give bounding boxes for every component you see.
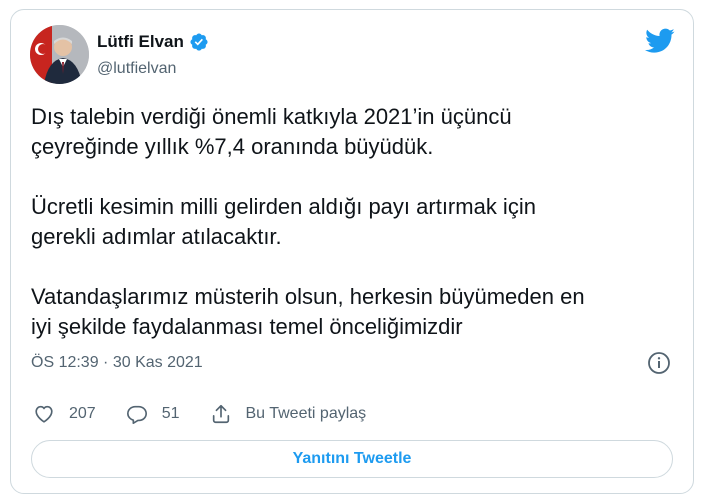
verified-badge-icon	[190, 33, 208, 51]
share-label: Bu Tweeti paylaş	[245, 405, 367, 422]
reply-icon	[126, 405, 147, 424]
tweet-card: Lütfi Elvan @lutfielvan Dış talebin verd…	[10, 9, 694, 494]
reply-count-button[interactable]: 51	[126, 403, 180, 425]
tweet-paragraph-3: Vatandaşlarımız müsterih olsun, herkesin…	[31, 284, 585, 339]
like-count: 207	[69, 405, 96, 422]
reply-count: 51	[161, 405, 180, 422]
tweet-reply-button[interactable]: Yanıtını Tweetle	[31, 440, 673, 478]
tweet-timestamp[interactable]: ÖS 12:39 · 30 Kas 2021	[31, 354, 203, 372]
info-icon[interactable]	[647, 351, 671, 375]
like-button[interactable]: 207	[33, 403, 96, 425]
tweet-paragraph-1: Dış talebin verdiği önemli katkıyla 2021…	[31, 104, 512, 159]
tweet-reply-label: Yanıtını Tweetle	[292, 450, 412, 467]
avatar[interactable]	[30, 25, 89, 84]
tweet-actions: 207 51 Bu Tweeti paylaş	[33, 403, 396, 425]
author-name-text[interactable]: Lütfi Elvan	[97, 32, 184, 52]
share-icon	[212, 404, 229, 424]
twitter-bird-icon[interactable]	[645, 28, 675, 54]
tweet-text: Dış talebin verdiği önemli katkıyla 2021…	[31, 102, 671, 372]
share-button[interactable]: Bu Tweeti paylaş	[210, 403, 367, 425]
heart-icon	[35, 405, 53, 423]
avatar-image	[30, 25, 89, 84]
tweet-paragraph-2: Ücretli kesimin milli gelirden aldığı pa…	[31, 194, 536, 249]
author-name[interactable]: Lütfi Elvan	[97, 32, 209, 52]
author-handle[interactable]: @lutfielvan	[97, 60, 176, 78]
